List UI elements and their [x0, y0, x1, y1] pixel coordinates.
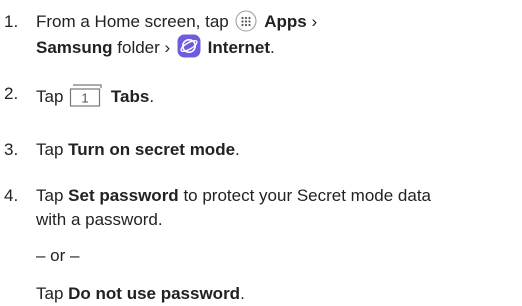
or-separator: – or – [36, 246, 80, 265]
tabs-icon: 1 [69, 82, 105, 108]
step-2: 2. Tap 1 Tabs. [0, 82, 522, 110]
chevron-separator: › [311, 12, 318, 31]
step-line: Tap 1 Tabs. [36, 82, 155, 108]
step-line: with a password. [36, 210, 163, 229]
step-number: 2. [4, 84, 19, 103]
apps-grid-icon [235, 10, 257, 32]
tab-count: 1 [82, 91, 89, 106]
set-password-label: Set password [68, 186, 179, 205]
chevron-separator: › [164, 38, 171, 57]
period: . [270, 38, 275, 57]
step-body: Tap Set password to protect your Secret … [36, 184, 431, 232]
do-not-use-password-label: Do not use password [68, 284, 241, 303]
step-line: From a Home screen, tap Apps › [36, 10, 317, 34]
step-text: Tap [36, 140, 64, 159]
step-text: From a Home screen, tap [36, 12, 229, 31]
period: . [149, 87, 155, 106]
step-text: Tap [36, 186, 64, 205]
step-body: From a Home screen, tap Apps › Samsung f… [36, 10, 317, 58]
samsung-label: Samsung [36, 38, 113, 57]
step-number: 4. [4, 186, 19, 205]
samsung-internet-icon [177, 34, 201, 58]
step-text: folder [117, 38, 160, 57]
step-body: Tap 1 Tabs. [36, 82, 155, 108]
turn-on-secret-mode-label: Turn on secret mode [68, 140, 236, 159]
step-3: 3. Tap Turn on secret mode. [0, 138, 522, 162]
step-line: Tap Turn on secret mode. [36, 138, 240, 162]
alt-instruction: Tap Do not use password. [36, 282, 245, 306]
apps-label: Apps [264, 12, 307, 31]
step-text: to protect your Secret mode data [183, 186, 432, 205]
step-text: Tap [36, 284, 64, 303]
tabs-label: Tabs [110, 87, 150, 106]
period: . [235, 140, 240, 159]
internet-label: Internet [207, 38, 271, 57]
step-text: Tap [36, 87, 64, 106]
step-1: 1. From a Home screen, tap Apps › Samsun… [0, 10, 522, 58]
step-line: Tap Set password to protect your Secret … [36, 184, 431, 208]
step-line: Samsung folder › Internet. [36, 34, 317, 58]
period: . [240, 284, 245, 303]
step-number: 1. [4, 12, 19, 31]
step-4: 4. Tap Set password to protect your Secr… [0, 184, 522, 304]
step-number: 3. [4, 140, 19, 159]
step-body: Tap Turn on secret mode. [36, 138, 240, 162]
